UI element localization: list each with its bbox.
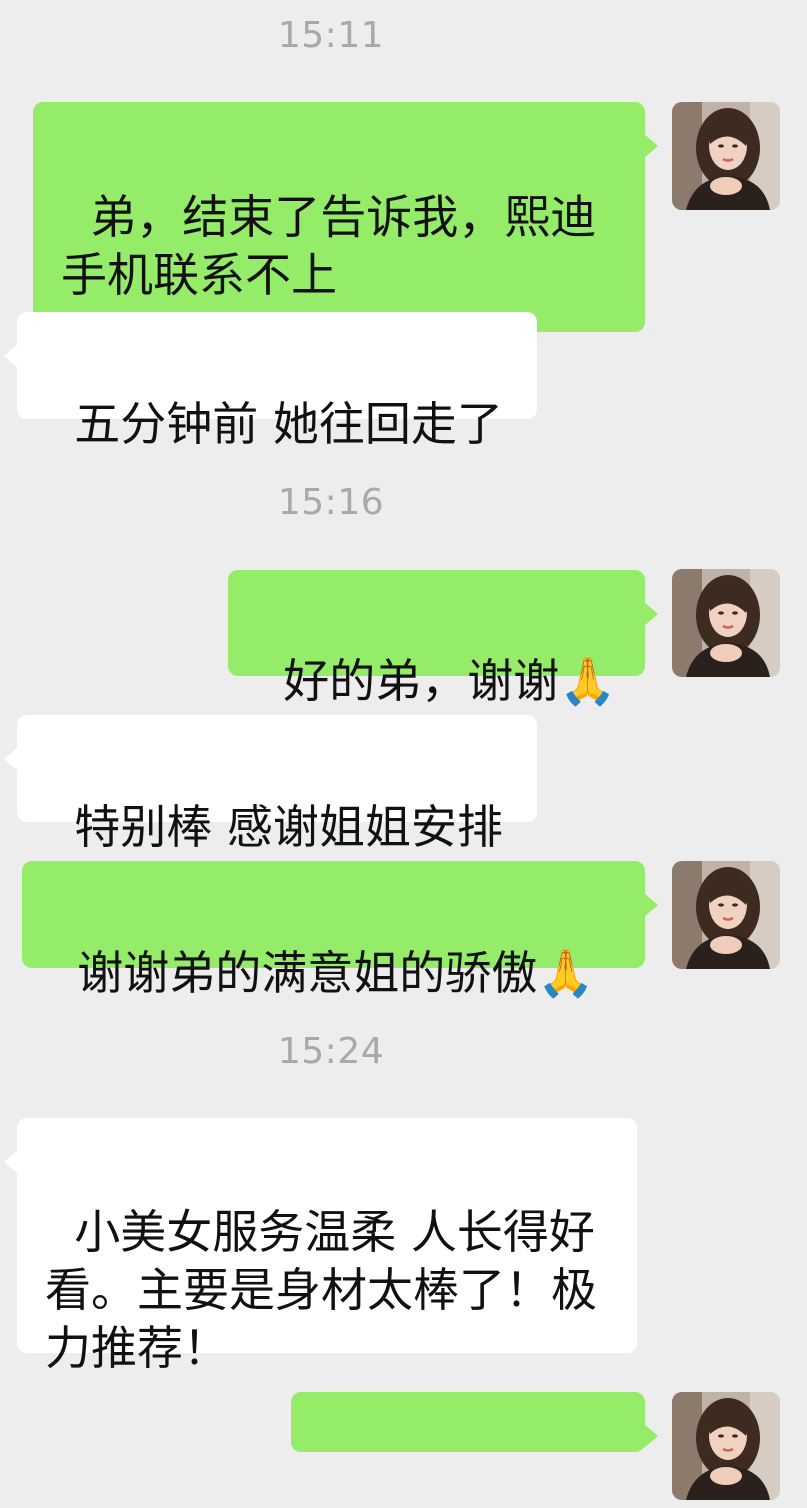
- avatar-icon: [672, 861, 780, 969]
- message-bubble-outgoing[interactable]: 弟，结束了告诉我，熙迪手机联系不上: [33, 102, 658, 332]
- message-bubble-incoming[interactable]: 小美女服务温柔 人长得好看。主要是身材太棒了！极力推荐！: [4, 1118, 637, 1375]
- user-avatar[interactable]: [672, 569, 780, 677]
- user-avatar[interactable]: [672, 1392, 780, 1500]
- message-text: 五分钟前 她往回走了: [74, 397, 503, 451]
- message-text: 好的弟，谢谢🙏: [283, 654, 617, 708]
- message-text: 弟，结束了告诉我，熙迪手机联系不上: [61, 190, 597, 302]
- message-bubble-incoming[interactable]: 五分钟前 她往回走了: [4, 312, 537, 451]
- message-bubble-outgoing[interactable]: [291, 1392, 658, 1452]
- avatar-icon: [672, 1392, 780, 1500]
- timestamp: 15:24: [277, 1031, 385, 1072]
- message-bubble-incoming[interactable]: 特别棒 感谢姐姐安排: [4, 715, 537, 854]
- timestamp: 15:16: [277, 482, 385, 523]
- message-bubble-outgoing[interactable]: 好的弟，谢谢🙏: [228, 570, 658, 708]
- user-avatar[interactable]: [672, 861, 780, 969]
- message-text: 谢谢弟的满意姐的骄傲🙏: [77, 946, 595, 1000]
- user-avatar[interactable]: [672, 102, 780, 210]
- avatar-icon: [672, 102, 780, 210]
- message-text: 小美女服务温柔 人长得好看。主要是身材太棒了！极力推荐！: [45, 1205, 597, 1375]
- message-bubble-outgoing[interactable]: 谢谢弟的满意姐的骄傲🙏: [22, 861, 658, 1000]
- timestamp: 15:11: [277, 15, 385, 56]
- message-text: 特别棒 感谢姐姐安排: [74, 800, 503, 854]
- avatar-icon: [672, 569, 780, 677]
